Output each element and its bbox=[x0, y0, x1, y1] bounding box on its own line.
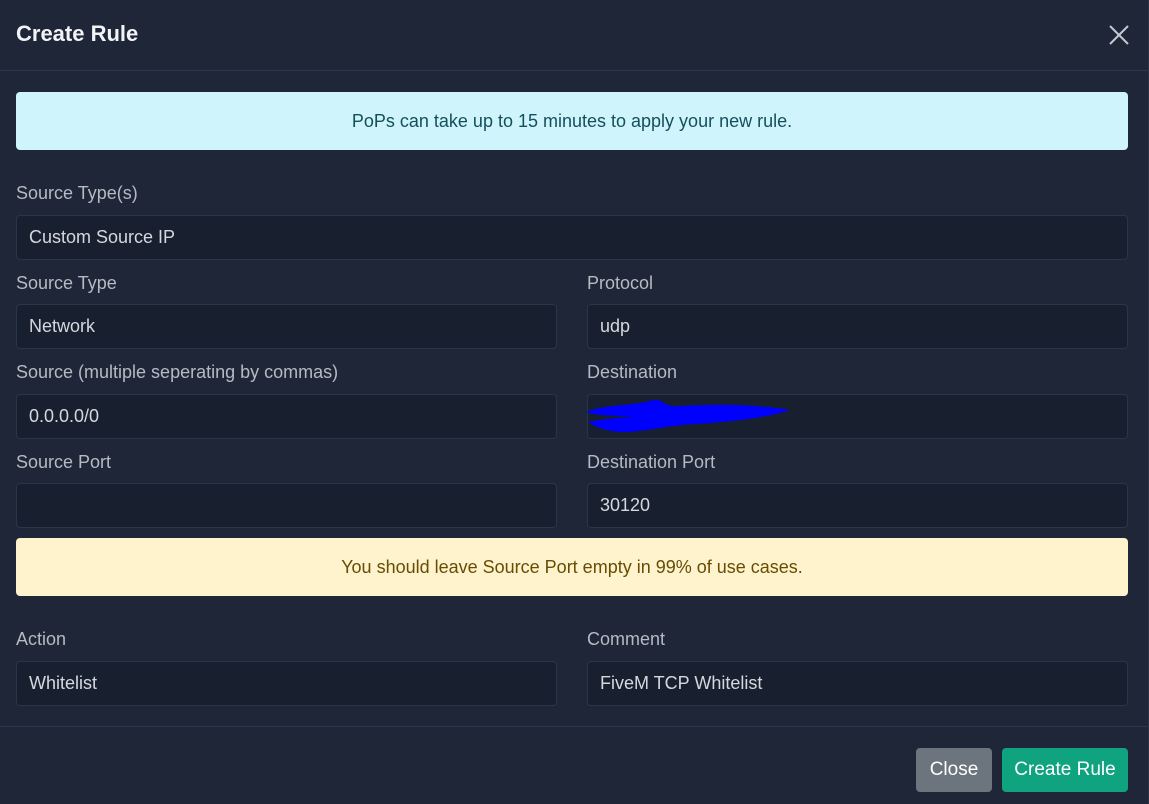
protocol-label: Protocol bbox=[587, 273, 654, 293]
destination-port-value: 30120 bbox=[600, 495, 651, 515]
source-value: 0.0.0.0/0 bbox=[29, 406, 100, 426]
source-types-select[interactable]: Custom Source IP bbox=[16, 215, 1128, 260]
info-alert: PoPs can take up to 15 minutes to apply … bbox=[16, 92, 1128, 150]
destination-label: Destination bbox=[587, 362, 678, 382]
modal-footer: Close Create Rule bbox=[0, 726, 1148, 804]
action-select[interactable]: Whitelist bbox=[16, 661, 557, 706]
source-label: Source (multiple seperating by commas) bbox=[16, 362, 339, 382]
close-button[interactable]: Close bbox=[916, 748, 992, 792]
protocol-select[interactable]: udp bbox=[587, 304, 1128, 349]
destination-port-input[interactable]: 30120 bbox=[587, 483, 1128, 528]
source-port-input[interactable] bbox=[16, 483, 557, 528]
create-rule-modal: Create Rule PoPs can take up to 15 minut… bbox=[0, 0, 1149, 804]
source-types-label: Source Type(s) bbox=[16, 183, 138, 203]
warning-alert: You should leave Source Port empty in 99… bbox=[16, 538, 1128, 596]
source-type-label: Source Type bbox=[16, 273, 117, 293]
source-port-label: Source Port bbox=[16, 452, 112, 472]
comment-value: FiveM TCP Whitelist bbox=[600, 673, 763, 693]
source-type-select[interactable]: Network bbox=[16, 304, 557, 349]
source-type-value: Network bbox=[29, 316, 96, 336]
modal-header: Create Rule bbox=[0, 0, 1148, 71]
close-icon[interactable] bbox=[1105, 21, 1133, 49]
action-label: Action bbox=[16, 629, 67, 649]
comment-input[interactable]: FiveM TCP Whitelist bbox=[587, 661, 1128, 706]
modal-title: Create Rule bbox=[16, 21, 139, 46]
source-input[interactable]: 0.0.0.0/0 bbox=[16, 394, 557, 439]
protocol-value: udp bbox=[600, 316, 631, 336]
source-types-value: Custom Source IP bbox=[29, 227, 176, 247]
create-rule-button[interactable]: Create Rule bbox=[1002, 748, 1128, 792]
destination-port-label: Destination Port bbox=[587, 452, 716, 472]
redaction-scribble bbox=[586, 399, 790, 432]
comment-label: Comment bbox=[587, 629, 666, 649]
action-value: Whitelist bbox=[29, 673, 98, 693]
